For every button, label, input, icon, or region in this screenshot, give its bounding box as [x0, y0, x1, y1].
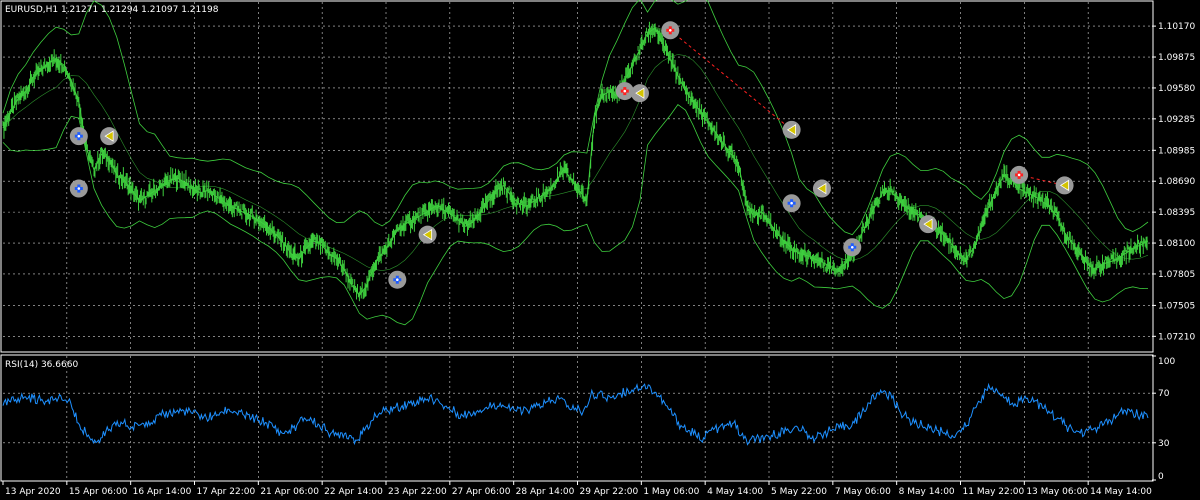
- x-tick-label: 1 May 06:00: [643, 487, 699, 497]
- buy-cross-dot: [396, 278, 399, 282]
- x-tick-label: 29 Apr 22:00: [580, 487, 639, 497]
- x-tick-label: 11 May 22:00: [963, 487, 1025, 497]
- sell-marker[interactable]: [615, 82, 634, 101]
- buy-marker[interactable]: [782, 194, 801, 213]
- x-tick-label: 27 Apr 06:00: [452, 487, 511, 497]
- x-tick-label: 23 Apr 22:00: [388, 487, 447, 497]
- x-tick-label: 17 Apr 22:00: [197, 487, 256, 497]
- x-tick-label: 16 Apr 14:00: [133, 487, 192, 497]
- y-tick-label: 1.07210: [1158, 332, 1195, 342]
- sell-cross-dot: [1017, 173, 1021, 177]
- close-marker[interactable]: [630, 84, 649, 103]
- x-tick-label: 4 May 14:00: [707, 487, 763, 497]
- close-marker[interactable]: [782, 120, 801, 139]
- x-tick-label: 7 May 06:00: [835, 487, 891, 497]
- sell-cross-dot: [668, 28, 672, 32]
- y-tick-label: 1.08100: [1158, 239, 1195, 249]
- y-tick-label: 1.08985: [1158, 146, 1195, 156]
- buy-marker[interactable]: [69, 179, 88, 198]
- trading-chart[interactable]: EURUSD,H1 1.21271 1.21294 1.21097 1.2119…: [0, 0, 1200, 500]
- close-marker[interactable]: [100, 127, 119, 146]
- sell-cross-dot: [623, 89, 627, 93]
- close-marker[interactable]: [812, 179, 831, 198]
- close-marker[interactable]: [418, 225, 437, 244]
- sell-marker[interactable]: [1010, 165, 1029, 184]
- y-tick-label: 1.08690: [1158, 177, 1195, 187]
- x-tick-label: 13 May 06:00: [1026, 487, 1088, 497]
- y-tick-label: 1.09580: [1158, 84, 1195, 94]
- close-marker[interactable]: [1055, 176, 1074, 195]
- rsi-y-tick-label: 30: [1158, 439, 1170, 449]
- x-tick-label: 14 May 14:00: [1090, 487, 1152, 497]
- chart-background: [0, 0, 1200, 500]
- y-tick-label: 1.07805: [1158, 270, 1195, 280]
- y-tick-label: 1.08395: [1158, 208, 1195, 218]
- price-panel-title: EURUSD,H1 1.21271 1.21294 1.21097 1.2119…: [5, 5, 219, 15]
- close-marker[interactable]: [919, 215, 938, 234]
- rsi-y-tick-label: 100: [1158, 357, 1175, 367]
- y-tick-label: 1.09875: [1158, 53, 1195, 63]
- buy-marker[interactable]: [843, 238, 862, 257]
- buy-cross-dot: [77, 187, 81, 190]
- rsi-y-tick-label: 70: [1158, 389, 1170, 399]
- rsi-y-tick-label: 0: [1158, 472, 1164, 482]
- y-tick-label: 1.10170: [1158, 22, 1195, 32]
- buy-cross-dot: [850, 245, 854, 249]
- y-tick-label: 1.07505: [1158, 301, 1195, 311]
- sell-marker[interactable]: [661, 21, 680, 40]
- buy-cross-dot: [790, 201, 793, 205]
- x-tick-label: 15 Apr 06:00: [69, 487, 128, 497]
- x-tick-label: 5 May 22:00: [771, 487, 827, 497]
- rsi-panel-title: RSI(14) 36.6660: [5, 360, 78, 370]
- buy-marker[interactable]: [388, 270, 407, 289]
- x-tick-label: 28 Apr 14:00: [516, 487, 575, 497]
- x-tick-label: 13 Apr 2020: [5, 487, 61, 497]
- buy-marker[interactable]: [69, 127, 88, 146]
- x-tick-label: 8 May 14:00: [899, 487, 955, 497]
- buy-cross-dot: [77, 134, 81, 138]
- x-tick-label: 21 Apr 06:00: [260, 487, 319, 497]
- y-tick-label: 1.09285: [1158, 115, 1195, 125]
- x-tick-label: 22 Apr 14:00: [324, 487, 383, 497]
